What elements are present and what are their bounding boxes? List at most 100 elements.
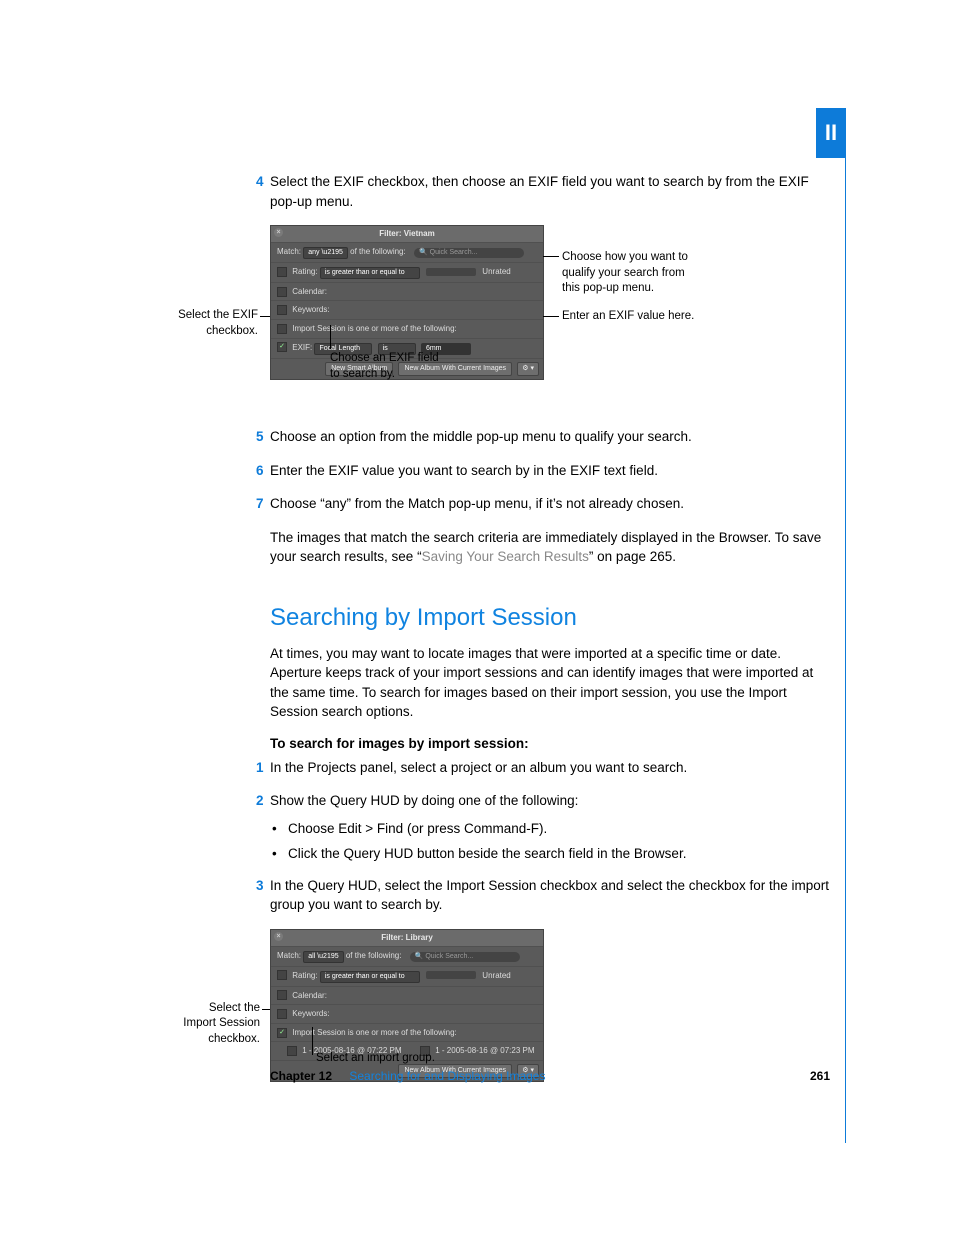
label-keywords: Keywords: bbox=[292, 1009, 329, 1018]
label-unrated: Unrated bbox=[482, 971, 510, 980]
label-match: Match: bbox=[277, 247, 301, 256]
label-import-session: Import Session is one or more of the fol… bbox=[292, 1028, 457, 1037]
quick-search-field[interactable]: 🔍 Quick Search... bbox=[410, 952, 520, 962]
callout-qualify: Choose how you want to qualify your sear… bbox=[562, 250, 688, 297]
step-1: 1 In the Projects panel, select a projec… bbox=[270, 758, 830, 778]
session-checkbox[interactable] bbox=[287, 1046, 297, 1056]
bullet-dot: • bbox=[272, 819, 277, 839]
hud-import-row: Import Session is one or more of the fol… bbox=[271, 319, 543, 338]
label-rating: Rating: bbox=[292, 971, 317, 980]
bullet-dot: • bbox=[272, 844, 277, 864]
close-icon[interactable]: × bbox=[274, 228, 283, 237]
callout-exif-checkbox: Select the EXIF checkbox. bbox=[124, 308, 258, 339]
rating-op-popup[interactable]: is greater than or equal to bbox=[320, 267, 420, 279]
page-number: 261 bbox=[810, 1068, 830, 1085]
hud-keywords-row: Keywords: bbox=[271, 1004, 543, 1023]
label-exif: EXIF: bbox=[292, 343, 312, 352]
hud-keywords-row: Keywords: bbox=[271, 300, 543, 319]
step-7: 7 Choose “any” from the Match pop-up men… bbox=[270, 494, 830, 514]
import-session-checkbox[interactable]: ✓ bbox=[277, 1028, 287, 1038]
step-text: Choose an option from the middle pop-up … bbox=[270, 429, 692, 444]
chapter-label: Chapter 12 bbox=[270, 1069, 332, 1083]
keywords-checkbox[interactable] bbox=[277, 305, 287, 315]
intro-paragraph: At times, you may want to locate images … bbox=[270, 644, 830, 722]
step-2: 2 Show the Query HUD by doing one of the… bbox=[270, 791, 830, 811]
hud-match-row: Match: any \u2195 of the following: 🔍 Qu… bbox=[271, 242, 543, 262]
step-number: 6 bbox=[256, 461, 264, 481]
label-unrated: Unrated bbox=[482, 267, 510, 276]
bullet-item: •Click the Query HUD button beside the s… bbox=[288, 844, 830, 864]
rating-checkbox[interactable] bbox=[277, 267, 287, 277]
step-number: 1 bbox=[256, 758, 264, 778]
callout-line bbox=[330, 325, 331, 349]
page-divider bbox=[845, 158, 846, 1143]
hud-match-row: Match: all \u2195 of the following: 🔍 Qu… bbox=[271, 946, 543, 966]
close-icon[interactable]: × bbox=[274, 932, 283, 941]
hud-title-text: Filter: Vietnam bbox=[379, 229, 434, 238]
callout-line bbox=[312, 1027, 313, 1055]
hud-rating-row: Rating: is greater than or equal to Unra… bbox=[271, 262, 543, 282]
label-keywords: Keywords: bbox=[292, 305, 329, 314]
step-6: 6 Enter the EXIF value you want to searc… bbox=[270, 461, 830, 481]
quick-search-field[interactable]: 🔍 Quick Search... bbox=[414, 248, 524, 258]
bullet-list: •Choose Edit > Find (or press Command-F)… bbox=[288, 819, 830, 864]
step-number: 5 bbox=[256, 427, 264, 447]
step-number: 2 bbox=[256, 791, 264, 811]
callout-line bbox=[543, 256, 559, 257]
match-popup[interactable]: all \u2195 bbox=[303, 951, 343, 963]
rating-slider[interactable] bbox=[426, 268, 476, 276]
step-text: Enter the EXIF value you want to search … bbox=[270, 463, 658, 478]
label-of-the-following: of the following: bbox=[346, 951, 402, 960]
label-calendar: Calendar: bbox=[292, 287, 327, 296]
rating-checkbox[interactable] bbox=[277, 970, 287, 980]
rating-op-popup[interactable]: is greater than or equal to bbox=[320, 971, 420, 983]
heading-searching-by-import-session: Searching by Import Session bbox=[270, 601, 830, 636]
label-rating: Rating: bbox=[292, 267, 317, 276]
step-text: In the Query HUD, select the Import Sess… bbox=[270, 878, 829, 913]
link-saving-search-results[interactable]: Saving Your Search Results bbox=[422, 549, 589, 564]
callout-import-group: Select an import group. bbox=[316, 1051, 435, 1067]
step-number: 7 bbox=[256, 494, 264, 514]
callout-line bbox=[543, 316, 559, 317]
calendar-checkbox[interactable] bbox=[277, 990, 287, 1000]
rating-slider[interactable] bbox=[426, 971, 476, 979]
procedure-subheading: To search for images by import session: bbox=[270, 734, 830, 754]
hud-titlebar: × Filter: Vietnam bbox=[271, 226, 543, 242]
step-text: Select the EXIF checkbox, then choose an… bbox=[270, 174, 809, 209]
import-checkbox[interactable] bbox=[277, 324, 287, 334]
hud-title-text: Filter: Library bbox=[381, 933, 433, 942]
step-3: 3 In the Query HUD, select the Import Se… bbox=[270, 876, 830, 915]
hud-titlebar: × Filter: Library bbox=[271, 930, 543, 946]
figure-filter-vietnam: Select the EXIF checkbox. × Filter: Viet… bbox=[270, 225, 830, 405]
exif-checkbox[interactable]: ✓ bbox=[277, 342, 287, 352]
session-label: 1 - 2005-08-16 @ 07:23 PM bbox=[435, 1046, 534, 1055]
result-paragraph: The images that match the search criteri… bbox=[270, 528, 830, 567]
page-footer: Chapter 12 Searching for and Displaying … bbox=[270, 1068, 830, 1085]
callout-import-session-checkbox: Select the Import Session checkbox. bbox=[178, 1001, 260, 1048]
gear-menu-button[interactable]: ⚙ ▾ bbox=[517, 362, 539, 376]
step-4: 4 Select the EXIF checkbox, then choose … bbox=[270, 172, 830, 211]
step-text: Choose “any” from the Match pop-up menu,… bbox=[270, 496, 684, 511]
keywords-checkbox[interactable] bbox=[277, 1009, 287, 1019]
step-number: 4 bbox=[256, 172, 264, 192]
label-match: Match: bbox=[277, 951, 301, 960]
hud-calendar-row: Calendar: bbox=[271, 282, 543, 301]
label-of-the-following: of the following: bbox=[350, 247, 406, 256]
bullet-item: •Choose Edit > Find (or press Command-F)… bbox=[288, 819, 830, 839]
chapter-title: Searching for and Displaying Images bbox=[349, 1069, 545, 1083]
calendar-checkbox[interactable] bbox=[277, 287, 287, 297]
hud-rating-row: Rating: is greater than or equal to Unra… bbox=[271, 966, 543, 986]
part-tab: II bbox=[816, 108, 846, 158]
page-content: 4 Select the EXIF checkbox, then choose … bbox=[270, 0, 830, 1089]
label-calendar: Calendar: bbox=[292, 991, 327, 1000]
callout-exif-value: Enter an EXIF value here. bbox=[562, 309, 694, 325]
callout-exif-field: Choose an EXIF field to search by. bbox=[330, 351, 439, 382]
step-text: Show the Query HUD by doing one of the f… bbox=[270, 793, 578, 808]
match-popup[interactable]: any \u2195 bbox=[303, 247, 348, 259]
step-5: 5 Choose an option from the middle pop-u… bbox=[270, 427, 830, 447]
step-number: 3 bbox=[256, 876, 264, 896]
figure-filter-library: Select the Import Session checkbox. × Fi… bbox=[270, 929, 830, 1089]
hud-calendar-row: Calendar: bbox=[271, 986, 543, 1005]
step-text: In the Projects panel, select a project … bbox=[270, 760, 687, 775]
label-import-session: Import Session is one or more of the fol… bbox=[292, 324, 457, 333]
